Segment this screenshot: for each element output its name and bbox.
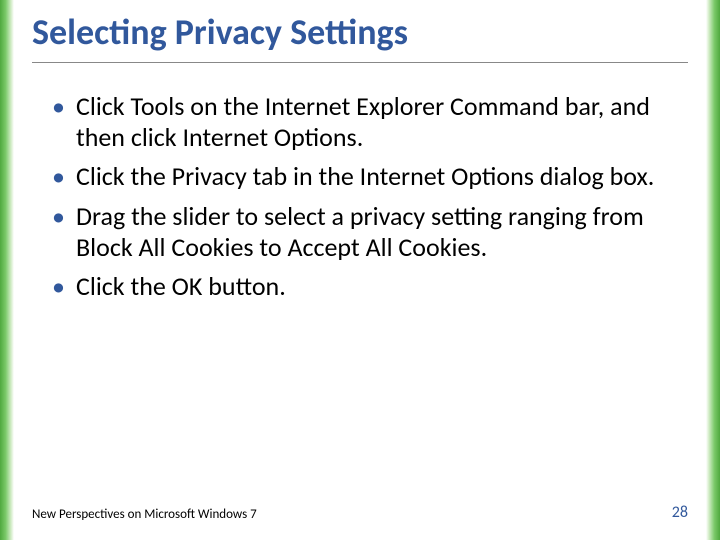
footer-text: New Perspectives on Microsoft Windows 7 <box>32 507 257 522</box>
bullet-item: Click Tools on the Internet Explorer Com… <box>58 91 688 153</box>
bullet-item: Click the OK button. <box>58 271 688 302</box>
bullet-item: Click the Privacy tab in the Internet Op… <box>58 161 688 192</box>
left-gradient-border <box>0 0 14 540</box>
footer: New Perspectives on Microsoft Windows 7 … <box>32 503 688 522</box>
bullet-list: Click Tools on the Internet Explorer Com… <box>32 91 688 302</box>
slide-title: Selecting Privacy Settings <box>32 10 688 63</box>
right-gradient-border <box>706 0 720 540</box>
bullet-item: Drag the slider to select a privacy sett… <box>58 201 688 263</box>
slide-content: Selecting Privacy Settings Click Tools o… <box>14 0 706 540</box>
page-number: 28 <box>672 503 688 522</box>
